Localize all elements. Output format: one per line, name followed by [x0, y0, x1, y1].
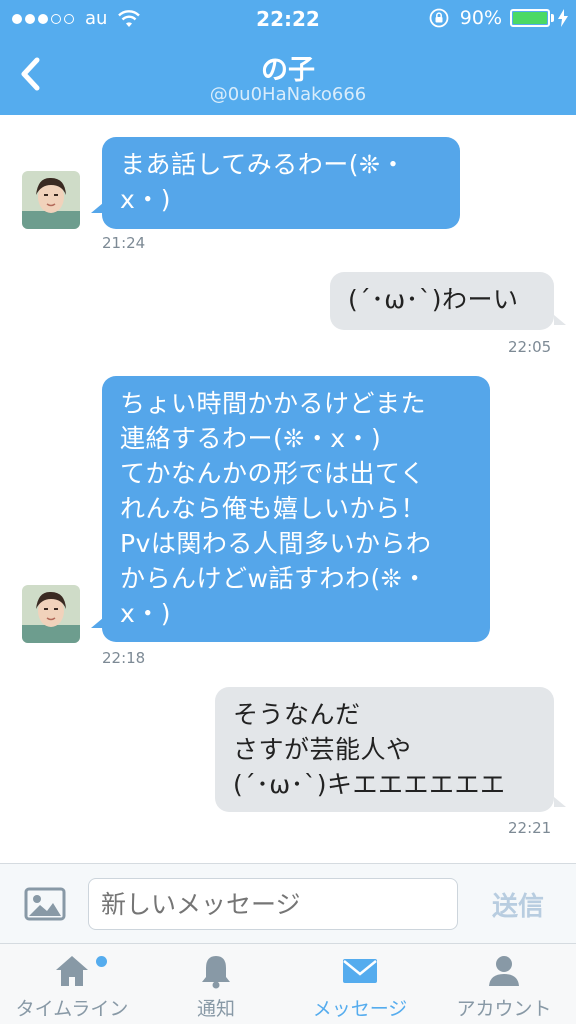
message-bubble-outgoing[interactable]: (´･ω･`)わーい [330, 272, 554, 330]
person-icon [489, 956, 519, 986]
conversation-handle: @0u0HaNako666 [209, 84, 367, 105]
message-bubble-incoming[interactable]: まあ話してみるわー(❊・ x・) [102, 137, 460, 229]
tab-label: タイムライン [15, 998, 129, 1020]
message-line: (´･ω･`)キエエエエエエ [233, 770, 506, 799]
battery-fill [513, 12, 547, 24]
photo-button[interactable] [24, 886, 66, 922]
message-bubble-incoming[interactable]: ちょい時間かかるけどまた 連絡するわー(❊・x・) てかなんかの形では出てく れ… [102, 376, 490, 642]
message-timestamp: 21:24 [102, 234, 146, 252]
message-bubble-outgoing[interactable]: そうなんだ さすが芸能人や (´･ω･`)キエエエエエエ [215, 687, 554, 812]
tab-notifications[interactable]: 通知 [144, 944, 288, 1024]
message-line: (´･ω･`)わーい [348, 285, 519, 314]
avatar[interactable] [22, 171, 80, 229]
tab-label: アカウント [456, 998, 552, 1020]
envelope-icon [343, 959, 377, 983]
message-timestamp: 22:18 [102, 649, 146, 667]
status-bar: au 22:22 90% [0, 0, 576, 38]
tab-bar: タイムライン 通知 メッセージ アカウント [0, 943, 576, 1024]
message-line: ちょい時間かかるけどまた [120, 389, 427, 418]
message-line: Pvは関わる人間多いからわ [120, 529, 432, 558]
avatar[interactable] [22, 585, 80, 643]
battery-tip [551, 14, 554, 22]
conversation-title: の子 [261, 55, 315, 86]
home-icon [56, 956, 88, 986]
bell-icon [202, 956, 230, 989]
avatar-image [22, 171, 80, 229]
message-line: てかなんかの形では出てく [120, 459, 426, 488]
charging-bolt-icon [558, 9, 568, 27]
tab-timeline[interactable]: タイムライン [0, 944, 144, 1024]
send-button[interactable]: 送信 [480, 886, 556, 923]
message-line: れんなら俺も嬉しいから！ [120, 494, 427, 523]
bubble-tail [91, 203, 103, 213]
avatar-image [22, 585, 80, 643]
rotation-lock-icon [429, 8, 449, 28]
bubble-tail [554, 797, 566, 807]
message-line: からんけどw話すわわ(❊・ [120, 564, 428, 593]
message-composer: 送信 [0, 863, 576, 943]
message-timestamp: 22:21 [508, 819, 552, 837]
message-input[interactable] [88, 878, 458, 930]
bubble-tail [554, 315, 566, 325]
message-line: x・) [120, 185, 172, 214]
battery-percent: 90% [459, 7, 502, 29]
tab-messages[interactable]: メッセージ [288, 944, 432, 1024]
photo-icon [24, 887, 66, 921]
unread-badge [96, 956, 107, 967]
tab-label: 通知 [196, 998, 235, 1020]
status-right: 90% [428, 7, 568, 29]
message-line: さすが芸能人や [233, 735, 412, 764]
message-line: まあ話してみるわー(❊・ [120, 150, 406, 179]
message-line: x・) [120, 599, 172, 628]
conversation[interactable]: まあ話してみるわー(❊・ x・) 21:24 (´･ω･`)わーい 22:05 … [0, 115, 576, 863]
battery-icon [510, 9, 550, 27]
message-line: そうなんだ [233, 700, 361, 729]
message-timestamp: 22:05 [508, 338, 552, 356]
header: au 22:22 90% の子 @0u0HaNako666 [0, 0, 576, 115]
tab-account[interactable]: アカウント [432, 944, 576, 1024]
bubble-tail [91, 618, 103, 628]
tab-label: メッセージ [312, 998, 408, 1020]
message-line: 連絡するわー(❊・x・) [120, 424, 382, 453]
